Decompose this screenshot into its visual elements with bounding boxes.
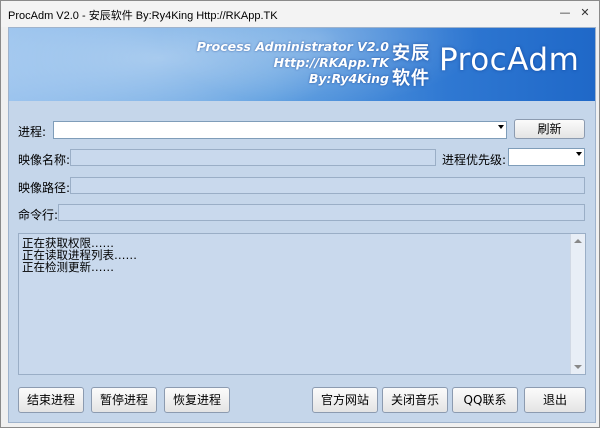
banner-brand-cn-1: 安辰 [392,43,430,64]
banner-url: Http://RKApp.TK [273,55,389,70]
scroll-up-icon[interactable] [574,239,582,243]
banner-logo: ProcAdm [439,42,580,78]
banner-product-name: Process Administrator V2.0 [196,39,389,54]
priority-select[interactable] [508,148,585,166]
window-title: ProcAdm V2.0 - 安辰软件 By:Ry4King Http://RK… [8,10,278,22]
cmdline-field[interactable] [58,204,585,221]
minimize-icon[interactable]: — [556,5,574,21]
banner-brand-cn-2: 软件 [392,68,430,89]
log-lines: 正在获取权限…… 正在读取进程列表…… 正在检测更新…… [22,237,566,273]
image-name-field[interactable] [70,149,436,166]
process-label: 进程: [18,125,47,139]
chevron-down-icon [576,152,582,156]
client-area: Process Administrator V2.0 Http://RKApp.… [8,27,596,423]
banner-author: By:Ry4King [308,71,389,86]
chevron-down-icon [498,125,504,129]
end-process-button[interactable]: 结束进程 [18,387,84,413]
refresh-button[interactable]: 刷新 [514,119,585,139]
app-window: ProcAdm V2.0 - 安辰软件 By:Ry4King Http://RK… [0,0,600,428]
close-music-button[interactable]: 关闭音乐 [382,387,448,413]
close-icon[interactable]: ✕ [576,5,594,21]
image-name-label: 映像名称: [18,153,71,167]
exit-button[interactable]: 退出 [524,387,586,413]
priority-label: 进程优先级: [442,153,507,167]
image-path-field[interactable] [70,177,585,194]
process-select[interactable] [53,121,507,139]
image-path-label: 映像路径: [18,181,71,195]
official-site-button[interactable]: 官方网站 [312,387,378,413]
title-bar[interactable]: ProcAdm V2.0 - 安辰软件 By:Ry4King Http://RK… [1,1,599,27]
log-line: 正在检测更新…… [22,260,114,274]
resume-process-button[interactable]: 恢复进程 [164,387,230,413]
scroll-down-icon[interactable] [574,365,582,369]
qq-contact-button[interactable]: QQ联系 [452,387,518,413]
cmdline-label: 命令行: [18,208,59,222]
log-textarea[interactable]: 正在获取权限…… 正在读取进程列表…… 正在检测更新…… [18,233,586,375]
header-banner: Process Administrator V2.0 Http://RKApp.… [9,28,595,101]
pause-process-button[interactable]: 暂停进程 [91,387,157,413]
log-scrollbar[interactable] [570,234,585,374]
